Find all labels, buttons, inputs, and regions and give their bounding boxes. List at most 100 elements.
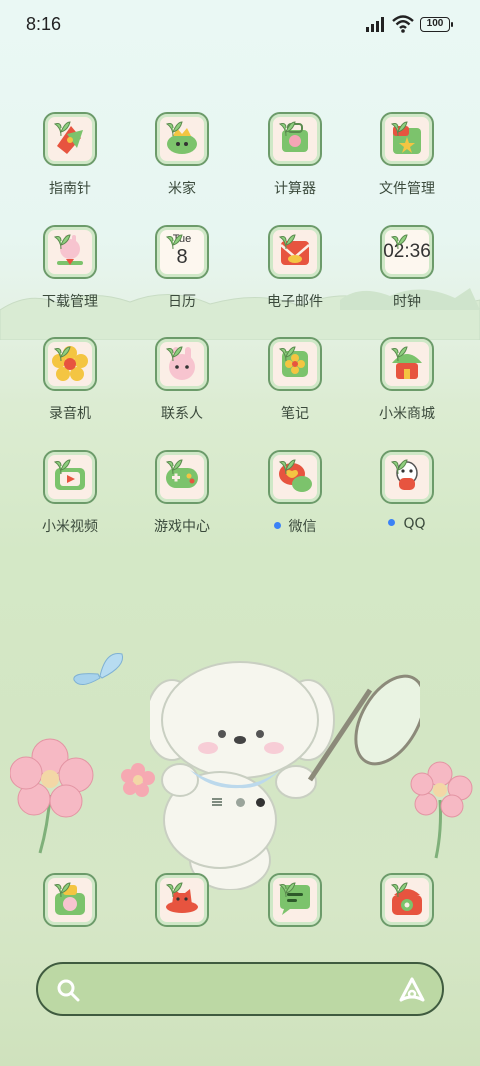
app-label: QQ bbox=[357, 516, 457, 532]
battery-indicator: 100 bbox=[420, 17, 453, 32]
app-label: 下载管理 bbox=[20, 291, 120, 311]
page-indicator[interactable] bbox=[212, 796, 272, 810]
wechat-icon bbox=[268, 450, 322, 504]
game-center-icon bbox=[155, 450, 209, 504]
cellular-signal-icon bbox=[366, 17, 384, 32]
sprout-icon bbox=[278, 121, 296, 136]
status-time: 8:16 bbox=[26, 14, 62, 34]
app-label-text: 米家 bbox=[168, 181, 196, 197]
app-file-manager[interactable]: 文件管理 bbox=[357, 112, 457, 212]
app-label-text: 游戏中心 bbox=[154, 519, 210, 535]
app-label: 录音机 bbox=[20, 403, 120, 423]
calculator-icon bbox=[268, 112, 322, 166]
app-label-text: 日历 bbox=[168, 294, 196, 310]
camera-icon bbox=[43, 873, 97, 927]
app-clock[interactable]: 02:36 时钟 bbox=[357, 225, 457, 325]
dock-messages[interactable] bbox=[245, 873, 345, 973]
app-label-text: 下载管理 bbox=[42, 294, 98, 310]
new-install-dot bbox=[388, 519, 396, 526]
app-label: 小米商城 bbox=[357, 403, 457, 423]
app-qq[interactable]: QQ bbox=[357, 450, 457, 550]
butterfly-net-illustration bbox=[307, 674, 420, 782]
app-label: 联系人 bbox=[132, 403, 232, 423]
sprout-icon bbox=[278, 459, 296, 474]
lens-icon[interactable] bbox=[398, 976, 426, 1004]
app-label-text: QQ bbox=[403, 516, 426, 532]
app-email[interactable]: 电子邮件 bbox=[245, 225, 345, 325]
mijia-icon bbox=[155, 112, 209, 166]
browser-icon bbox=[155, 873, 209, 927]
sprout-icon bbox=[165, 459, 183, 474]
app-label: 游戏中心 bbox=[132, 516, 232, 536]
app-label: 文件管理 bbox=[357, 178, 457, 198]
wifi-icon bbox=[392, 15, 414, 33]
email-icon bbox=[268, 225, 322, 279]
dock-phone[interactable] bbox=[357, 873, 457, 973]
sprout-icon bbox=[53, 346, 71, 361]
sprout-icon bbox=[390, 346, 408, 361]
app-label: 笔记 bbox=[245, 403, 345, 423]
qq-icon bbox=[380, 450, 434, 504]
app-label-text: 文件管理 bbox=[379, 181, 435, 197]
app-mi-video[interactable]: 小米视频 bbox=[20, 450, 120, 550]
app-label-text: 录音机 bbox=[49, 406, 91, 422]
notes-icon bbox=[268, 337, 322, 391]
app-download-manager[interactable]: 下载管理 bbox=[20, 225, 120, 325]
sprout-icon bbox=[390, 882, 408, 897]
search-icon bbox=[57, 979, 80, 1002]
app-calendar[interactable]: Tue 8 日历 bbox=[132, 225, 232, 325]
compass-icon bbox=[43, 112, 97, 166]
app-contacts[interactable]: 联系人 bbox=[132, 337, 232, 437]
app-label-text: 计算器 bbox=[274, 181, 316, 197]
app-calculator[interactable]: 计算器 bbox=[245, 112, 345, 212]
sprout-icon bbox=[165, 882, 183, 897]
sprout-icon bbox=[390, 459, 408, 474]
app-mi-store[interactable]: 小米商城 bbox=[357, 337, 457, 437]
app-drawer-indicator-icon bbox=[212, 798, 222, 806]
app-label: 计算器 bbox=[245, 178, 345, 198]
sprout-icon bbox=[278, 346, 296, 361]
app-label-text: 电子邮件 bbox=[267, 294, 323, 310]
app-label: 电子邮件 bbox=[245, 291, 345, 311]
app-label: 米家 bbox=[132, 178, 232, 198]
sprout-icon bbox=[390, 234, 408, 249]
app-recorder[interactable]: 录音机 bbox=[20, 337, 120, 437]
mi-video-icon bbox=[43, 450, 97, 504]
sprout-icon bbox=[165, 346, 183, 361]
pink-flower-decoration-right bbox=[410, 761, 473, 859]
sprout-icon bbox=[53, 882, 71, 897]
app-label-text: 小米视频 bbox=[42, 519, 98, 535]
app-label-text: 小米商城 bbox=[379, 406, 435, 422]
dock-browser[interactable] bbox=[132, 873, 232, 973]
calendar-date: 8 bbox=[176, 246, 188, 268]
app-notes[interactable]: 笔记 bbox=[245, 337, 345, 437]
app-label-text: 笔记 bbox=[281, 406, 309, 422]
page-dot-1 bbox=[236, 798, 245, 807]
sprout-icon bbox=[53, 121, 71, 136]
sprout-icon bbox=[278, 882, 296, 897]
sprout-icon bbox=[165, 121, 183, 136]
app-label: 日历 bbox=[132, 291, 232, 311]
dock-camera[interactable] bbox=[20, 873, 120, 973]
sprout-icon bbox=[165, 234, 183, 249]
app-label-text: 时钟 bbox=[393, 294, 421, 310]
page-dot-2-active bbox=[256, 798, 265, 807]
app-label: 微信 bbox=[245, 516, 345, 536]
file-manager-icon bbox=[380, 112, 434, 166]
sprout-icon bbox=[390, 121, 408, 136]
app-label: 指南针 bbox=[20, 178, 120, 198]
app-mijia[interactable]: 米家 bbox=[132, 112, 232, 212]
clock-icon: 02:36 bbox=[380, 225, 434, 279]
messages-icon bbox=[268, 873, 322, 927]
app-game-center[interactable]: 游戏中心 bbox=[132, 450, 232, 550]
sprout-icon bbox=[53, 459, 71, 474]
sprout-icon bbox=[278, 234, 296, 249]
pink-flower-decoration bbox=[10, 738, 94, 854]
search-bar[interactable] bbox=[36, 962, 444, 1016]
app-wechat[interactable]: 微信 bbox=[245, 450, 345, 550]
app-label-text: 指南针 bbox=[49, 181, 91, 197]
mi-store-icon bbox=[380, 337, 434, 391]
status-bar: 8:16 100 bbox=[0, 0, 480, 50]
new-install-dot bbox=[273, 522, 281, 529]
app-compass[interactable]: 指南针 bbox=[20, 112, 120, 212]
